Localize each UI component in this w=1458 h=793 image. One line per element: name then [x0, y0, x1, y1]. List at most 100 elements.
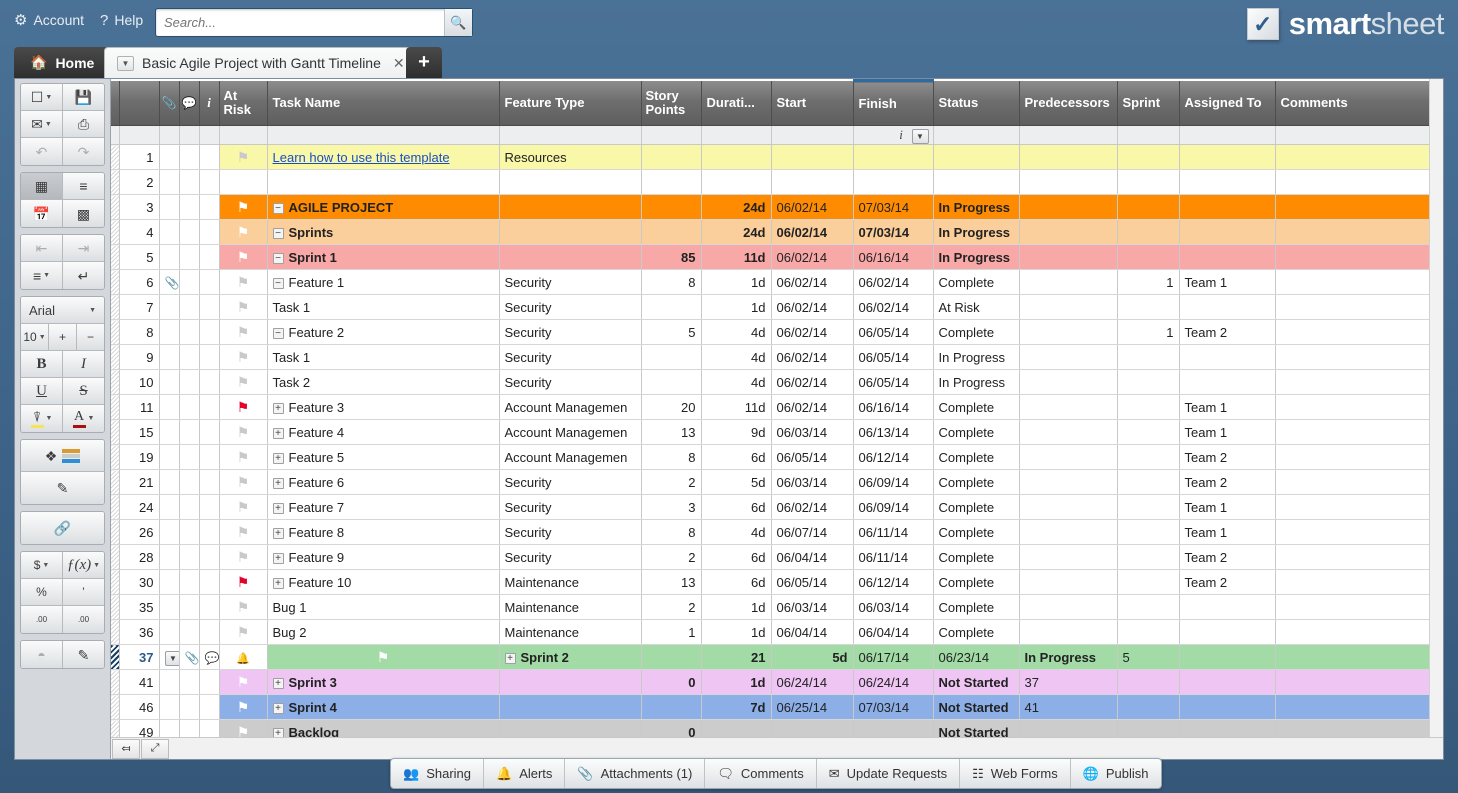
cell-start[interactable]: 06/04/14 [771, 619, 854, 645]
cell-predecessors[interactable] [1019, 469, 1118, 495]
row-comment-icon[interactable] [179, 169, 200, 195]
at-risk-flag-icon[interactable]: ⚑ [237, 399, 250, 415]
table-row[interactable]: 37 ▼ 📎 💬 🔔 ⚑ + Sprint 2 21 5d 06/17/14 06/23/14 In P… [111, 644, 1443, 670]
cell-assigned-to[interactable]: Team 1 [1179, 494, 1276, 520]
cell-predecessors[interactable]: 41 [1019, 694, 1118, 720]
cell-duration[interactable]: 11d [701, 394, 772, 420]
search-box[interactable]: 🔍 [155, 8, 473, 37]
cell-duration[interactable]: 1d [701, 619, 772, 645]
cell-story-points[interactable]: 3 [641, 494, 702, 520]
highlight-changes-button[interactable]: ✎ [21, 472, 104, 504]
cell-story-points[interactable]: 85 [641, 244, 702, 270]
cell-story-points[interactable]: 8 [641, 519, 702, 545]
cell-comments[interactable] [1275, 319, 1443, 345]
cell-start[interactable]: 06/05/14 [771, 569, 854, 595]
at-risk-flag-icon[interactable]: ⚑ [237, 274, 250, 290]
cell-comments[interactable] [1275, 194, 1443, 220]
cell-sprint[interactable] [1117, 494, 1180, 520]
col-sprint[interactable]: Sprint [1117, 80, 1180, 126]
print-button[interactable]: ⎙ [63, 111, 104, 138]
row-comment-icon[interactable] [179, 694, 200, 720]
row-info-icon[interactable] [199, 694, 220, 720]
col-comment[interactable]: 💬 [179, 80, 200, 126]
col-comments[interactable]: Comments [1275, 80, 1443, 126]
cell-finish[interactable]: 06/05/14 [853, 319, 934, 345]
cell-sprint[interactable]: 1 [1117, 269, 1180, 295]
at-risk-flag-icon[interactable]: ⚑ [237, 374, 250, 390]
row-comment-icon[interactable] [179, 219, 200, 245]
col-taskname[interactable]: Task Name [267, 80, 500, 126]
cell-assigned-to[interactable]: Team 1 [1179, 519, 1276, 545]
cell-sprint[interactable] [1117, 694, 1180, 720]
row-twirl-toggle[interactable]: − [272, 202, 284, 214]
cell-at-risk[interactable]: ⚑ [219, 344, 268, 370]
cell-feature-type[interactable]: Security [499, 494, 642, 520]
cell-at-risk[interactable]: ⚑ [219, 244, 268, 270]
cell-start[interactable] [771, 144, 854, 170]
cell-status[interactable]: Complete [933, 319, 1020, 345]
row-twirl-toggle[interactable]: + [272, 527, 284, 539]
cell-at-risk[interactable]: ⚑ [219, 619, 268, 645]
strikethrough-button[interactable]: S [63, 378, 104, 405]
card-view-button[interactable]: ▩ [63, 200, 104, 227]
cell-duration[interactable]: 1d [701, 269, 772, 295]
row-attachment-icon[interactable] [159, 694, 180, 720]
sharing-button[interactable]: 👥 Sharing [391, 759, 484, 788]
cell-duration[interactable]: 4d [701, 519, 772, 545]
comma-button[interactable]: ’ [63, 579, 104, 606]
tab-sheet[interactable]: ▼ Basic Agile Project with Gantt Timelin… [104, 47, 418, 78]
row-attachment-icon[interactable]: 📎 [159, 269, 180, 295]
cell-assigned-to[interactable]: Team 1 [1179, 394, 1276, 420]
cell-story-points[interactable]: 2 [641, 469, 702, 495]
cell-story-points[interactable]: 13 [641, 569, 702, 595]
cell-comments[interactable] [1275, 544, 1443, 570]
cell-sprint[interactable] [1117, 519, 1180, 545]
cell-finish[interactable]: 07/03/14 [853, 694, 934, 720]
row-info-icon[interactable] [199, 519, 220, 545]
table-row[interactable]: 10 ⚑ Task 2 Security 4d 06/02/14 06/05/14 In Pr… [111, 369, 1443, 395]
filter-finish[interactable]: i ▼ [853, 125, 934, 145]
row-number[interactable]: 19 [119, 444, 160, 470]
cell-feature-type[interactable]: Security [499, 344, 642, 370]
cell-feature-type[interactable]: Security [499, 369, 642, 395]
cell-comments[interactable] [1275, 669, 1443, 695]
cell-start[interactable]: 06/03/14 [771, 594, 854, 620]
cell-sprint[interactable] [1117, 569, 1180, 595]
cell-duration[interactable]: 24d [701, 194, 772, 220]
row-attachment-icon[interactable] [159, 219, 180, 245]
cell-finish[interactable]: 06/23/14 [933, 644, 1020, 670]
cell-finish[interactable]: 06/12/14 [853, 444, 934, 470]
cell-at-risk[interactable]: ⚑ [219, 144, 268, 170]
close-icon[interactable]: ✕ [393, 55, 405, 72]
vertical-scroll-strip[interactable] [1429, 79, 1443, 759]
cell-finish[interactable]: 06/09/14 [853, 494, 934, 520]
cell-status[interactable]: In Progress [933, 219, 1020, 245]
at-risk-flag-icon[interactable]: ⚑ [237, 199, 250, 215]
cell-status[interactable] [933, 144, 1020, 170]
cell-task-name[interactable]: + Sprint 2 [499, 644, 642, 670]
cell-finish[interactable]: 06/03/14 [853, 594, 934, 620]
cell-predecessors[interactable] [1019, 369, 1118, 395]
row-attachment-icon[interactable] [159, 169, 180, 195]
cell-story-points[interactable]: 21 [701, 644, 772, 670]
row-number[interactable]: 7 [119, 294, 160, 320]
row-attachment-icon[interactable] [159, 294, 180, 320]
cell-status[interactable]: Complete [933, 394, 1020, 420]
cell-comments[interactable] [1275, 619, 1443, 645]
cell-at-risk[interactable]: ⚑ [219, 394, 268, 420]
row-number[interactable]: 41 [119, 669, 160, 695]
cell-task-name[interactable]: Task 1 [267, 344, 500, 370]
row-twirl-toggle[interactable]: + [504, 652, 516, 664]
cell-sprint[interactable] [1117, 169, 1180, 195]
cell-start[interactable]: 06/02/14 [771, 219, 854, 245]
cell-duration[interactable] [701, 169, 772, 195]
cell-predecessors[interactable] [1019, 594, 1118, 620]
row-twirl-toggle[interactable]: + [272, 677, 284, 689]
cell-finish[interactable]: 06/09/14 [853, 469, 934, 495]
cell-story-points[interactable]: 1 [641, 619, 702, 645]
table-row[interactable]: 26 ⚑ + Feature 8 Security 8 4d 06/07/14 06/11/14… [111, 519, 1443, 545]
cell-comments[interactable] [1275, 269, 1443, 295]
row-twirl-toggle[interactable]: + [272, 402, 284, 414]
wrap-text-button[interactable]: ↵ [63, 262, 104, 289]
table-row[interactable]: 30 ⚑ + Feature 10 Maintenance 13 6d 06/05/14 06/… [111, 569, 1443, 595]
